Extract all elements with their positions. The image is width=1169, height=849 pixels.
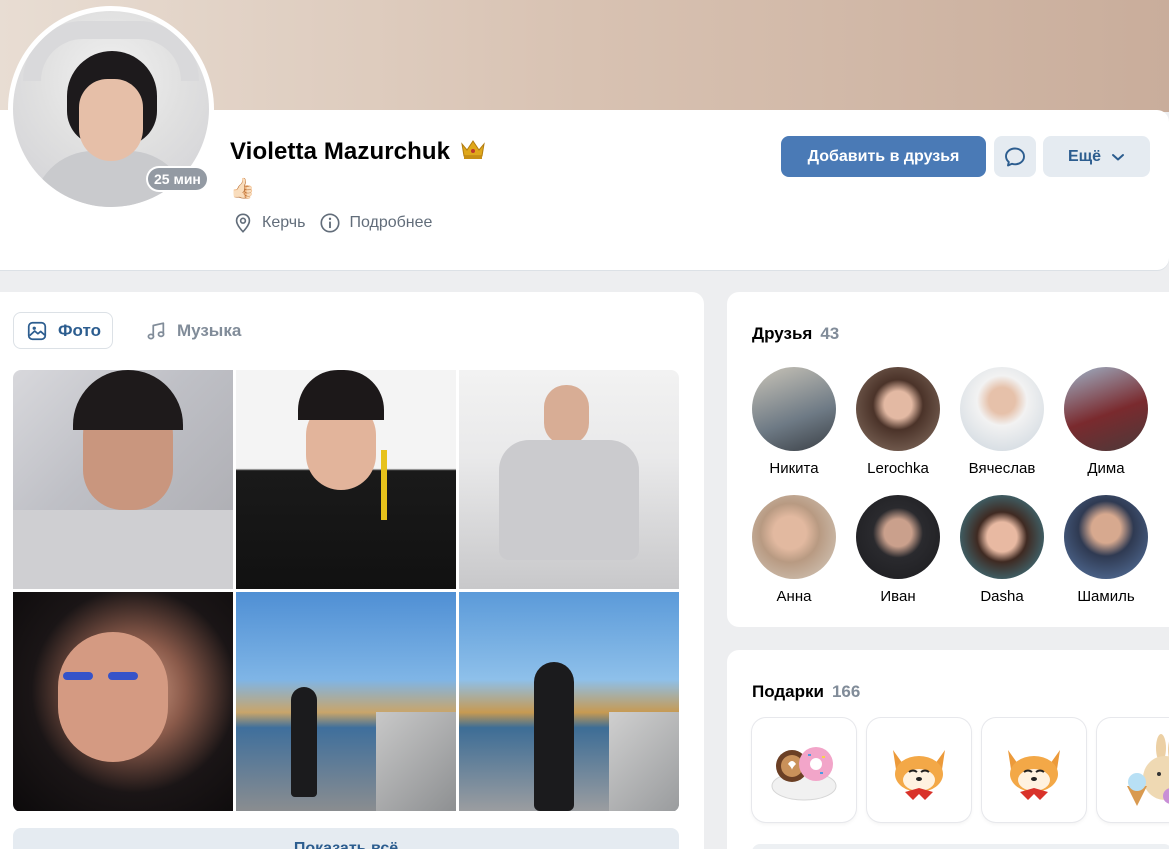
friend-avatar: [752, 495, 836, 579]
friends-count: 43: [820, 324, 840, 343]
friend-avatar: [960, 495, 1044, 579]
friend-name: Никита: [769, 460, 819, 477]
photo-thumbnail[interactable]: [459, 592, 679, 811]
crown-icon[interactable]: [460, 138, 486, 166]
friend-item[interactable]: Никита: [752, 367, 836, 477]
friend-avatar: [856, 495, 940, 579]
friend-name: Dasha: [980, 588, 1024, 605]
details-item[interactable]: Подробнее: [319, 212, 432, 234]
friend-avatar: [856, 367, 940, 451]
friend-avatar: [1064, 367, 1148, 451]
add-friend-button[interactable]: Добавить в друзья: [781, 136, 986, 177]
music-note-icon: [147, 321, 165, 339]
friend-avatar: [1064, 495, 1148, 579]
more-label: Ещё: [1067, 147, 1102, 165]
friend-item[interactable]: Lerochka: [856, 367, 940, 477]
photo-grid: [13, 370, 679, 812]
tab-music-label: Музыка: [176, 320, 242, 340]
friends-card: Друзья 43 Никита Lerochka Вячеслав Дима: [727, 292, 1169, 627]
profile-meta-row: Керчь Подробнее: [232, 212, 432, 234]
friend-name: Lerochka: [867, 460, 929, 477]
image-icon: [27, 321, 47, 340]
online-status-text: 25 мин: [148, 168, 207, 190]
media-tabs: Фото Музыка: [13, 312, 252, 349]
shiba-dog-gift-icon: [893, 750, 945, 800]
gift-item[interactable]: [982, 718, 1086, 822]
friends-title: Друзья: [752, 324, 813, 343]
friend-item[interactable]: Шамиль: [1064, 495, 1148, 605]
tab-music[interactable]: Музыка: [133, 312, 252, 349]
gifts-title: Подарки: [752, 682, 824, 701]
friend-item[interactable]: Dasha: [960, 495, 1044, 605]
coffee-donut-gift-icon: [771, 747, 837, 801]
show-all-button[interactable]: Показать всё: [13, 828, 679, 849]
message-bubble-icon: [1005, 147, 1025, 166]
friends-header[interactable]: Друзья 43: [752, 324, 839, 344]
friend-name: Иван: [880, 588, 916, 605]
friend-name: Вячеслав: [968, 460, 1036, 477]
photo-thumbnail[interactable]: [13, 592, 233, 811]
friend-item[interactable]: Иван: [856, 495, 940, 605]
photo-thumbnail[interactable]: [13, 370, 233, 589]
friend-avatar: [752, 367, 836, 451]
gifts-header[interactable]: Подарки 166: [752, 682, 860, 702]
friend-item[interactable]: Вячеслав: [960, 367, 1044, 477]
profile-page: 25 мин Violetta Mazurchuk 👍🏻 Керчь Подро…: [0, 0, 1169, 849]
gift-item[interactable]: [867, 718, 971, 822]
location-pin-icon: [235, 213, 251, 233]
gifts-count: 166: [831, 682, 861, 701]
photo-thumbnail[interactable]: [459, 370, 679, 589]
gifts-footer: [752, 844, 1169, 849]
photo-thumbnail[interactable]: [236, 370, 456, 589]
status-emoji: 👍🏻: [230, 178, 255, 200]
gift-item[interactable]: [752, 718, 856, 822]
friend-item[interactable]: Анна: [752, 495, 836, 605]
message-button[interactable]: [994, 136, 1036, 177]
tab-photos[interactable]: Фото: [13, 312, 113, 349]
friend-name: Анна: [776, 588, 812, 605]
details-label: Подробнее: [349, 214, 433, 231]
chevron-down-icon: [1112, 153, 1125, 160]
friends-list: Никита Lerochka Вячеслав Дима Анна Иван: [752, 367, 1169, 605]
more-button[interactable]: Ещё: [1043, 136, 1150, 177]
media-card: Фото Музыка Показать всё: [0, 292, 704, 849]
tab-photos-label: Фото: [58, 320, 101, 340]
info-icon: [320, 213, 340, 233]
profile-name: Violetta Mazurchuk: [230, 138, 451, 165]
city-label: Керчь: [262, 214, 306, 231]
friend-item[interactable]: Дима: [1064, 367, 1148, 477]
gifts-list: [752, 718, 1169, 822]
bunny-ice-cream-gift-icon: [1127, 734, 1169, 806]
gifts-card: Подарки 166: [727, 650, 1169, 849]
city-item[interactable]: Керчь: [232, 212, 305, 234]
shiba-dog-gift-icon: [1008, 750, 1060, 800]
gift-item[interactable]: [1097, 718, 1169, 822]
photo-thumbnail[interactable]: [236, 592, 456, 811]
friend-name: Шамиль: [1077, 588, 1135, 605]
friend-avatar: [960, 367, 1044, 451]
online-status-badge: 25 мин: [146, 166, 209, 192]
profile-name-row: Violetta Mazurchuk: [230, 138, 486, 166]
friend-name: Дима: [1087, 460, 1125, 477]
